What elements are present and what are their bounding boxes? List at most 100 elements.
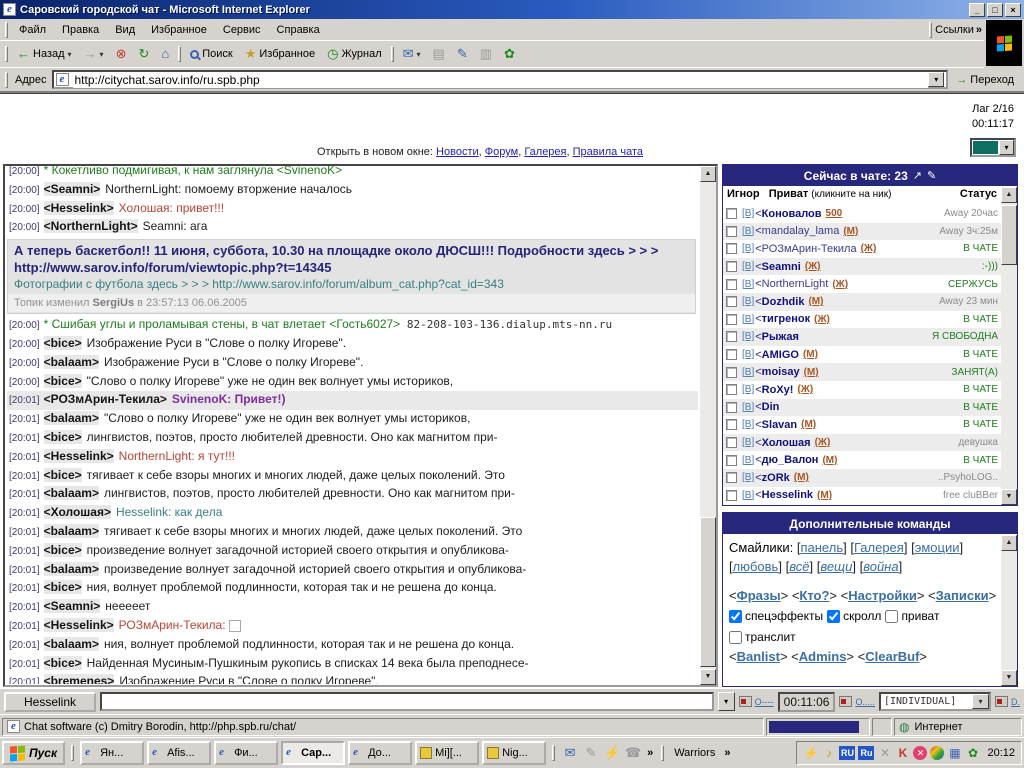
- notes-link[interactable]: Записки: [936, 588, 989, 603]
- chat-nick[interactable]: <bremenes>: [44, 674, 115, 684]
- winamp-icon[interactable]: ⚡: [603, 745, 621, 761]
- recipient-select[interactable]: [INDIVIDUAL] ▾: [879, 692, 991, 711]
- who-link[interactable]: Кто?: [799, 588, 829, 603]
- ignore-checkbox[interactable]: [726, 402, 737, 413]
- ignore-checkbox[interactable]: [726, 296, 737, 307]
- user-nick[interactable]: Холошая: [762, 437, 811, 449]
- scroll-up-icon[interactable]: ▲: [1001, 187, 1017, 203]
- toolbar-grip[interactable]: [5, 46, 8, 62]
- search-button[interactable]: Поиск: [184, 45, 238, 63]
- translit-option[interactable]: транслит: [729, 628, 796, 647]
- update-tray-icon[interactable]: [930, 746, 944, 760]
- refresh-list-icon[interactable]: ↗: [913, 169, 922, 182]
- smiley-link-emotions[interactable]: эмоции: [915, 540, 960, 555]
- chat-nick[interactable]: <balaam>: [44, 524, 99, 538]
- chat-nick[interactable]: <Hesselink>: [44, 618, 114, 632]
- ignore-checkbox[interactable]: [726, 331, 737, 342]
- link-gallery[interactable]: Галерея: [524, 146, 566, 158]
- user-nick[interactable]: РОЗмАрин-Текила: [762, 243, 857, 255]
- chat-nick[interactable]: <balaam>: [44, 411, 99, 425]
- privat-link[interactable]: [В]: [742, 419, 754, 430]
- maximize-button[interactable]: □: [987, 3, 1003, 17]
- favorites-button[interactable]: ★ Избранное: [239, 44, 321, 64]
- menu-help[interactable]: Справка: [269, 21, 328, 39]
- chat-nick[interactable]: <bice>: [44, 543, 82, 557]
- privat-link[interactable]: [В]: [742, 208, 754, 219]
- ignore-checkbox[interactable]: [726, 208, 737, 219]
- chat-nick[interactable]: <NorthernLight>: [44, 219, 138, 233]
- privat-link[interactable]: [В]: [742, 296, 754, 307]
- ignore-checkbox[interactable]: [726, 419, 737, 430]
- user-gender[interactable]: (Ж): [832, 279, 848, 290]
- task-button[interactable]: eЯн...: [80, 741, 144, 765]
- task-button[interactable]: eФи...: [214, 741, 278, 765]
- chat-nick[interactable]: <bice>: [44, 656, 82, 670]
- forward-button[interactable]: → ▾: [78, 44, 110, 64]
- scroll-down-icon[interactable]: ▼: [700, 669, 716, 685]
- select-dropdown-icon[interactable]: ▾: [999, 140, 1014, 155]
- user-gender[interactable]: (Ж): [861, 243, 877, 254]
- scroll-thumb[interactable]: [1001, 205, 1017, 265]
- menu-edit[interactable]: Правка: [54, 21, 107, 39]
- task-button-active[interactable]: eСар...: [281, 741, 345, 765]
- link-forum[interactable]: Форум: [485, 146, 518, 158]
- mail-button[interactable]: ✉ ▾: [397, 44, 427, 64]
- user-gender[interactable]: (Ж): [814, 314, 830, 325]
- user-nick[interactable]: NorthernLight: [762, 278, 829, 290]
- task-button[interactable]: eAfis...: [147, 741, 211, 765]
- close-button[interactable]: ×: [1005, 3, 1021, 17]
- scroll-down-icon[interactable]: ▼: [1001, 489, 1017, 505]
- privat-link[interactable]: [В]: [742, 367, 754, 378]
- ignore-checkbox[interactable]: [726, 349, 737, 360]
- back-dropdown-icon[interactable]: ▾: [68, 50, 72, 59]
- address-dropdown-icon[interactable]: ▾: [928, 72, 944, 87]
- ignore-checkbox[interactable]: [726, 367, 737, 378]
- user-nick[interactable]: дю_Валон: [762, 454, 819, 466]
- chat-nick[interactable]: <balaam>: [44, 562, 99, 576]
- user-nick[interactable]: mandalay_lama: [762, 225, 840, 237]
- phone-icon[interactable]: ☎: [624, 745, 642, 761]
- chat-nick[interactable]: <Hesselink>: [44, 201, 114, 215]
- link-chat-rules[interactable]: Правила чата: [573, 146, 643, 158]
- user-nick[interactable]: RoXy!: [762, 384, 794, 396]
- user-nick[interactable]: Hesselink: [762, 489, 813, 501]
- start-button[interactable]: Пуск: [2, 741, 65, 765]
- users-scrollbar[interactable]: ▲ ▼: [1001, 187, 1017, 505]
- smiley-link-gallery[interactable]: Галерея: [854, 540, 904, 555]
- applet-widget-2[interactable]: O.....: [839, 696, 875, 707]
- chat-nick[interactable]: <bice>: [44, 430, 82, 444]
- language-indicator-ru2[interactable]: Ru: [858, 746, 874, 760]
- taskbar-grip[interactable]: [661, 745, 664, 761]
- color-select[interactable]: ▾: [970, 138, 1016, 157]
- applet-widget-1[interactable]: O----: [739, 696, 774, 707]
- flash-tray-icon[interactable]: ⚡: [803, 746, 818, 761]
- privat-link[interactable]: [В]: [742, 402, 754, 413]
- privat-link[interactable]: [В]: [742, 455, 754, 466]
- chat-nick[interactable]: <Seamni>: [44, 599, 101, 613]
- ignore-checkbox[interactable]: [726, 437, 737, 448]
- smiley-link-things[interactable]: вещи: [820, 559, 852, 574]
- user-nick[interactable]: moisay: [762, 366, 800, 378]
- translit-checkbox[interactable]: [729, 631, 742, 644]
- user-nick[interactable]: Din: [762, 401, 780, 413]
- warriors-toolbar-label[interactable]: Warriors: [670, 747, 719, 759]
- outlook-icon[interactable]: ✉: [561, 745, 579, 761]
- stop-button[interactable]: ⊗: [110, 44, 133, 64]
- ignore-checkbox[interactable]: [726, 279, 737, 290]
- ignore-checkbox[interactable]: [726, 243, 737, 254]
- message-input[interactable]: [100, 692, 714, 711]
- ignore-checkbox[interactable]: [726, 455, 737, 466]
- scroll-up-icon[interactable]: ▲: [1001, 535, 1017, 551]
- privat-link[interactable]: [В]: [742, 261, 754, 272]
- special-effects-option[interactable]: спецэффекты: [729, 607, 823, 626]
- clearbuf-link[interactable]: ClearBuf: [865, 649, 919, 664]
- edit-list-icon[interactable]: ✎: [927, 169, 936, 182]
- menu-file[interactable]: Файл: [11, 21, 54, 39]
- forward-dropdown-icon[interactable]: ▾: [100, 50, 104, 59]
- user-nick[interactable]: AMIGO: [762, 349, 799, 361]
- privat-link[interactable]: [В]: [742, 314, 754, 325]
- menu-tools[interactable]: Сервис: [215, 21, 269, 39]
- scroll-up-icon[interactable]: ▲: [700, 166, 716, 182]
- network-tray-icon[interactable]: ▦: [947, 746, 962, 761]
- smiley-link-all[interactable]: всё: [789, 559, 809, 574]
